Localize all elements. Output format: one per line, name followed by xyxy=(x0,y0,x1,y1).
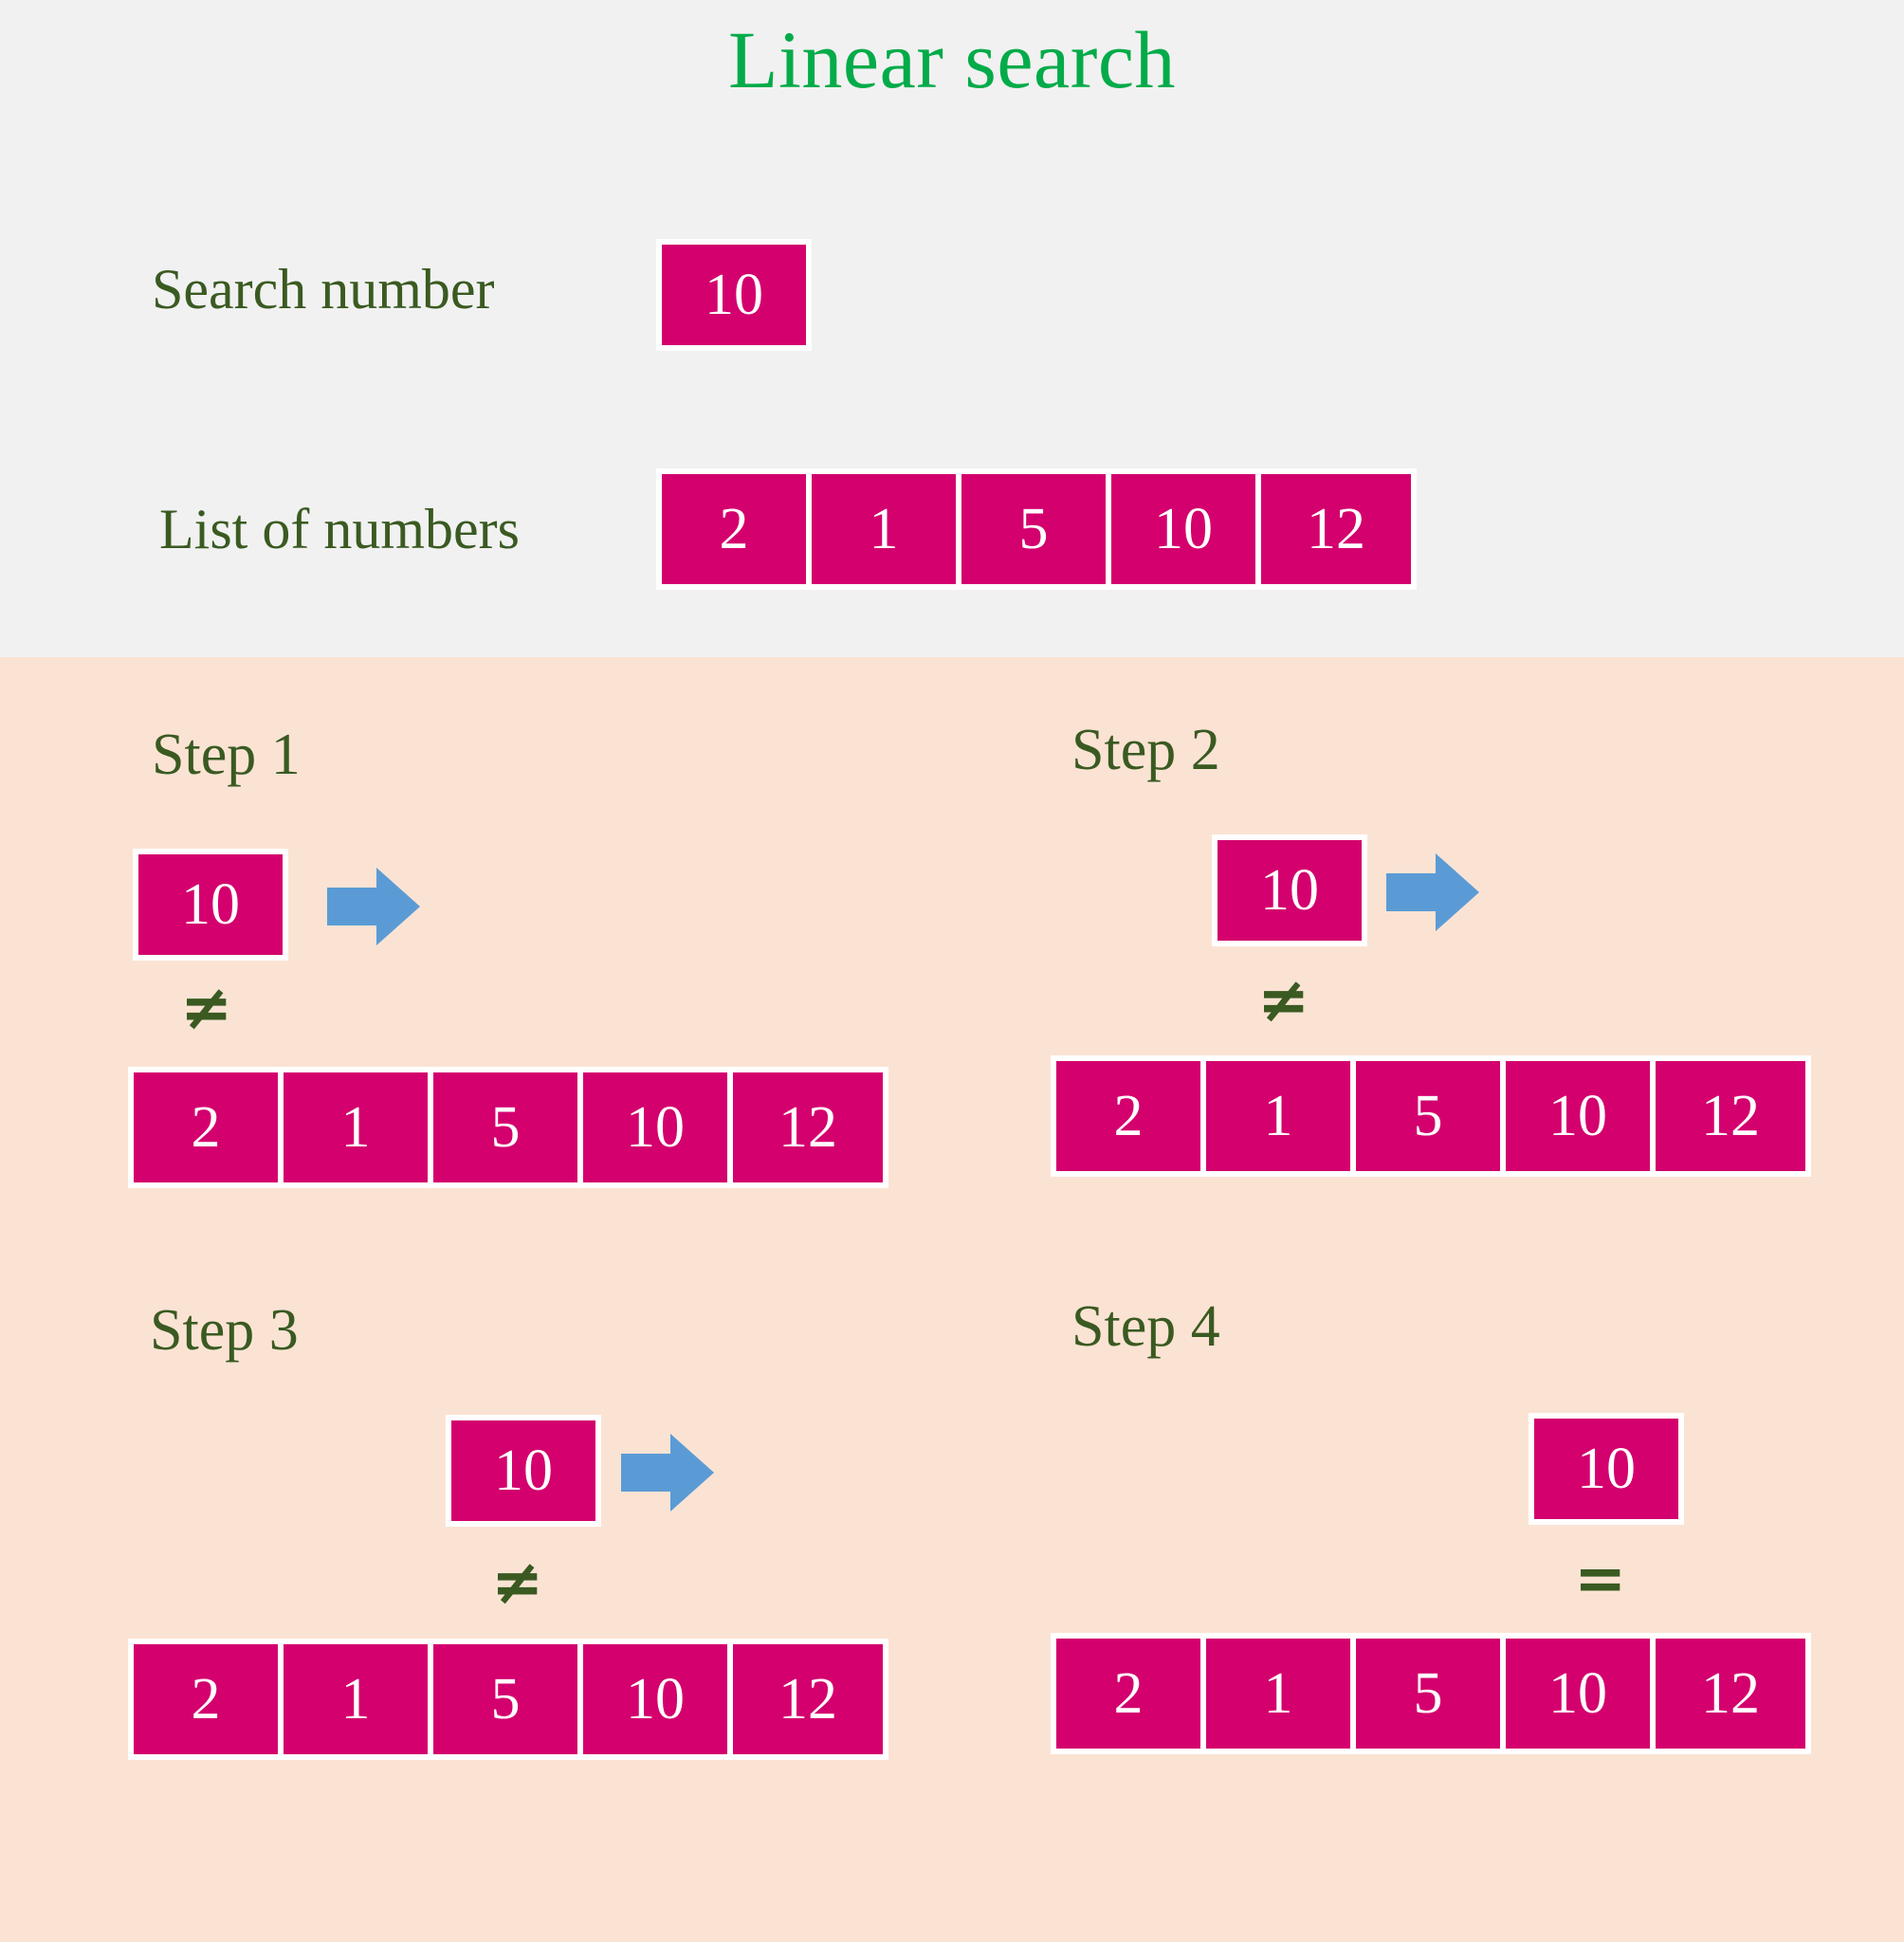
step-4-search-value-box: 10 xyxy=(1529,1413,1684,1525)
step-2-search-value: 10 xyxy=(1217,840,1362,941)
list-cell: 12 xyxy=(733,1072,883,1182)
list-cell: 10 xyxy=(1506,1639,1656,1749)
list-cell: 10 xyxy=(1111,474,1261,584)
step-4-label: Step 4 xyxy=(1071,1294,1220,1359)
list-cell: 2 xyxy=(134,1072,284,1182)
list-cell: 12 xyxy=(1656,1061,1805,1171)
step-3-comparison-symbol: ≠ xyxy=(491,1546,544,1619)
step-4-list-row: 2 1 5 10 12 xyxy=(1051,1633,1811,1754)
arrow-shaft xyxy=(327,888,382,925)
search-number-value-box: 10 xyxy=(656,239,812,351)
step-1-list-row: 2 1 5 10 12 xyxy=(128,1067,888,1188)
definition-panel: Linear search Search number 10 List of n… xyxy=(0,0,1904,657)
arrow-head xyxy=(1436,853,1479,931)
list-of-numbers-row: 2 1 5 10 12 xyxy=(656,468,1417,590)
step-3-label: Step 3 xyxy=(150,1298,299,1363)
arrow-shaft xyxy=(621,1454,676,1492)
search-number-label: Search number xyxy=(152,258,495,321)
list-cell: 5 xyxy=(433,1644,583,1754)
list-cell: 5 xyxy=(1356,1639,1506,1749)
list-cell: 12 xyxy=(1656,1639,1805,1749)
step-3-list-row: 2 1 5 10 12 xyxy=(128,1639,888,1760)
list-cell: 1 xyxy=(812,474,961,584)
right-arrow-icon xyxy=(327,868,420,945)
step-1-label: Step 1 xyxy=(152,723,301,787)
step-2-label: Step 2 xyxy=(1071,718,1220,782)
arrow-head xyxy=(670,1434,714,1511)
list-cell: 5 xyxy=(961,474,1111,584)
list-cell: 5 xyxy=(433,1072,583,1182)
list-cell: 1 xyxy=(1206,1639,1356,1749)
step-1-search-value-box: 10 xyxy=(133,849,288,961)
page-title: Linear search xyxy=(727,14,1177,105)
step-3-search-value: 10 xyxy=(451,1420,595,1521)
list-of-numbers-label: List of numbers xyxy=(159,498,520,560)
step-4-search-value: 10 xyxy=(1534,1419,1678,1519)
list-cell: 10 xyxy=(583,1644,733,1754)
list-cell: 5 xyxy=(1356,1061,1506,1171)
right-arrow-icon xyxy=(1386,853,1479,931)
right-arrow-icon xyxy=(621,1434,714,1511)
list-cell: 2 xyxy=(134,1644,284,1754)
arrow-shaft xyxy=(1386,873,1441,911)
step-4-comparison-symbol: = xyxy=(1574,1542,1627,1615)
step-3-search-value-box: 10 xyxy=(446,1415,601,1527)
step-2-search-value-box: 10 xyxy=(1212,834,1367,946)
list-cell: 1 xyxy=(284,1072,433,1182)
arrow-head xyxy=(376,868,420,945)
list-cell: 2 xyxy=(1056,1061,1206,1171)
search-number-value: 10 xyxy=(662,245,806,345)
step-1-comparison-symbol: ≠ xyxy=(180,971,233,1044)
linear-search-diagram: Linear search Search number 10 List of n… xyxy=(0,0,1904,1942)
step-1-search-value: 10 xyxy=(138,854,283,955)
step-2-comparison-symbol: ≠ xyxy=(1257,963,1310,1036)
list-cell: 2 xyxy=(1056,1639,1206,1749)
list-cell: 1 xyxy=(284,1644,433,1754)
list-cell: 10 xyxy=(1506,1061,1656,1171)
list-cell: 1 xyxy=(1206,1061,1356,1171)
list-cell: 12 xyxy=(1261,474,1411,584)
list-cell: 12 xyxy=(733,1644,883,1754)
list-cell: 10 xyxy=(583,1072,733,1182)
list-cell: 2 xyxy=(662,474,812,584)
step-2-list-row: 2 1 5 10 12 xyxy=(1051,1055,1811,1177)
